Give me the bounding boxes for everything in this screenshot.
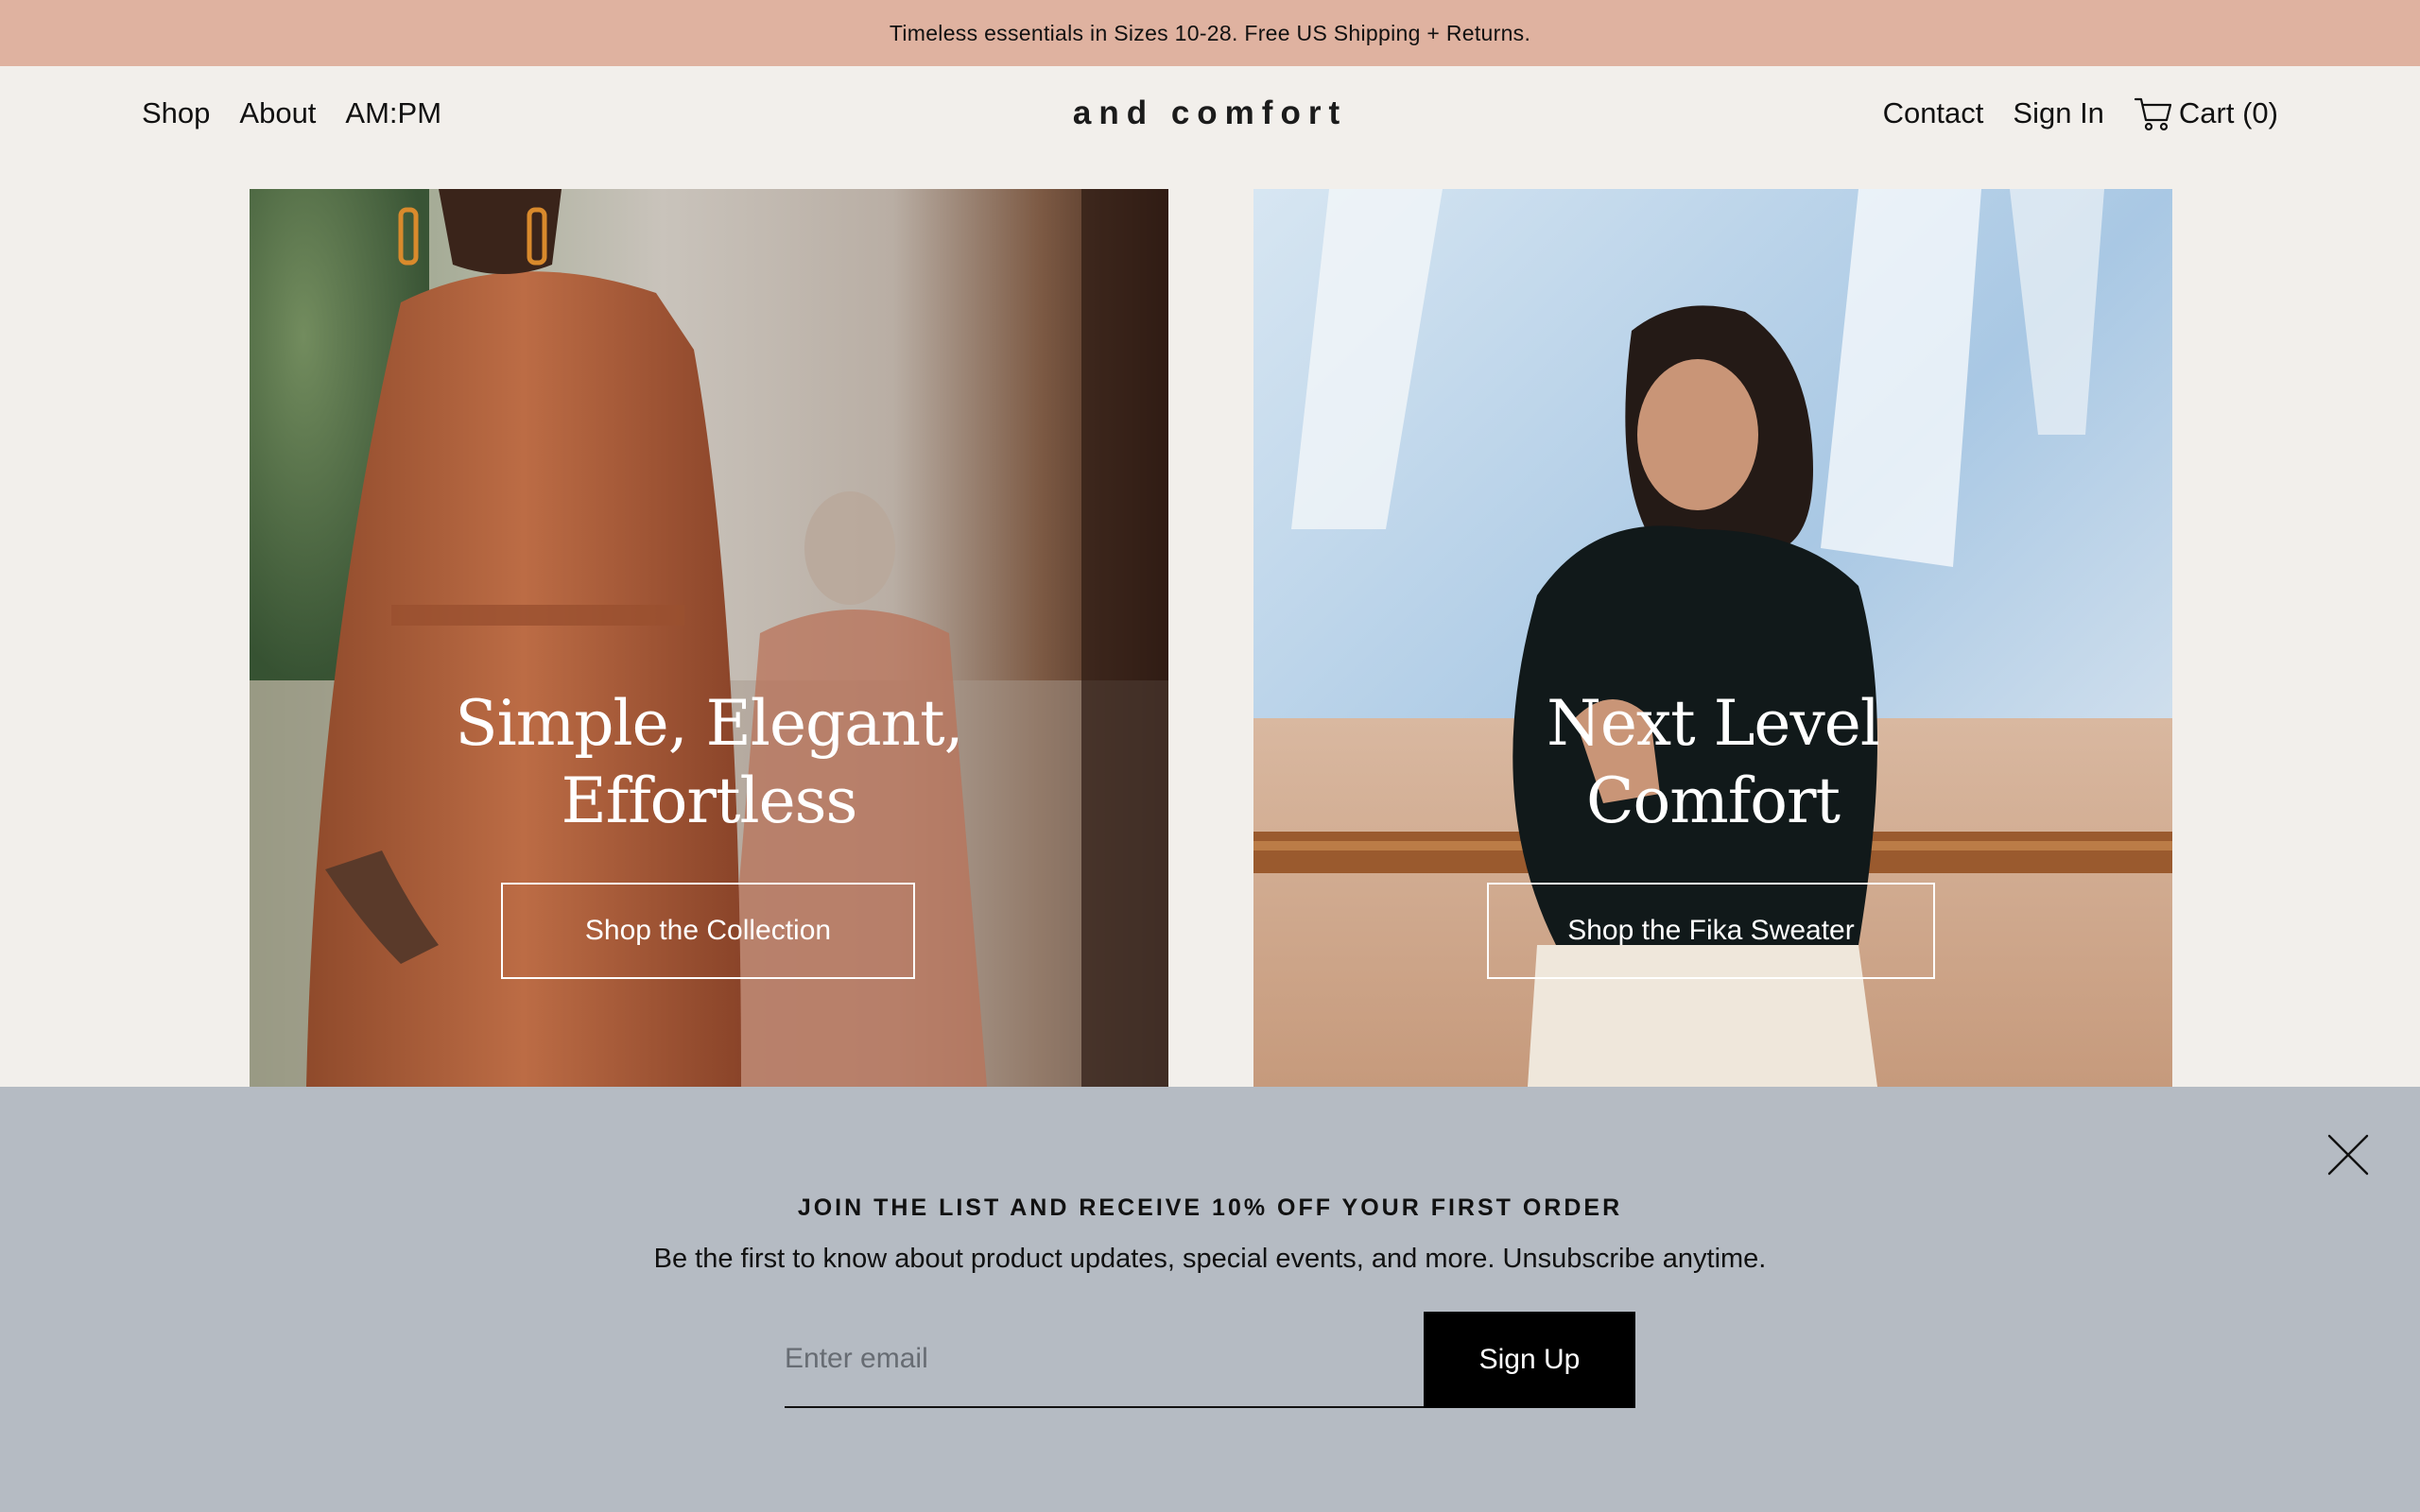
announcement-bar: Timeless essentials in Sizes 10-28. Free…: [0, 0, 2420, 66]
announcement-text: Timeless essentials in Sizes 10-28. Free…: [889, 20, 1531, 45]
shop-fika-sweater-button[interactable]: Shop the Fika Sweater: [1487, 883, 1935, 979]
hero-heading-line: Simple, Elegant,: [455, 687, 963, 760]
newsletter-subtitle: Be the first to know about product updat…: [653, 1244, 1767, 1274]
shop-collection-button[interactable]: Shop the Collection: [501, 883, 915, 979]
cart-link[interactable]: Cart (0): [2134, 94, 2278, 132]
cart-icon: [2134, 97, 2172, 131]
hero-heading-collection: Simple, Elegant, Effortless: [250, 685, 1168, 840]
close-icon: [2327, 1134, 2369, 1176]
email-input[interactable]: [785, 1312, 1424, 1408]
close-button[interactable]: [2325, 1132, 2371, 1177]
nav-contact-link[interactable]: Contact: [1883, 96, 1984, 130]
newsletter-popup: JOIN THE LIST AND RECEIVE 10% OFF YOUR F…: [0, 1087, 2420, 1512]
hero-heading-line: Next Level: [1547, 687, 1880, 760]
cart-label: Cart (0): [2178, 96, 2278, 129]
site-header: Shop About AM:PM and comfort Contact Sig…: [0, 66, 2420, 189]
hero-heading-fika: Next Level Comfort: [1253, 685, 2172, 840]
hero-heading-line: Effortless: [561, 765, 858, 837]
nav-sign-in-link[interactable]: Sign In: [2013, 96, 2104, 130]
hero-heading-line: Comfort: [1585, 765, 1841, 837]
hero-tile-fika[interactable]: Next Level Comfort Shop the Fika Sweater: [1253, 189, 2172, 1087]
sign-up-button[interactable]: Sign Up: [1424, 1312, 1635, 1408]
hero-tile-collection[interactable]: Simple, Elegant, Effortless Shop the Col…: [250, 189, 1168, 1087]
account-nav: Contact Sign In Cart (0): [1883, 94, 2278, 132]
newsletter-title: JOIN THE LIST AND RECEIVE 10% OFF YOUR F…: [797, 1194, 1623, 1221]
